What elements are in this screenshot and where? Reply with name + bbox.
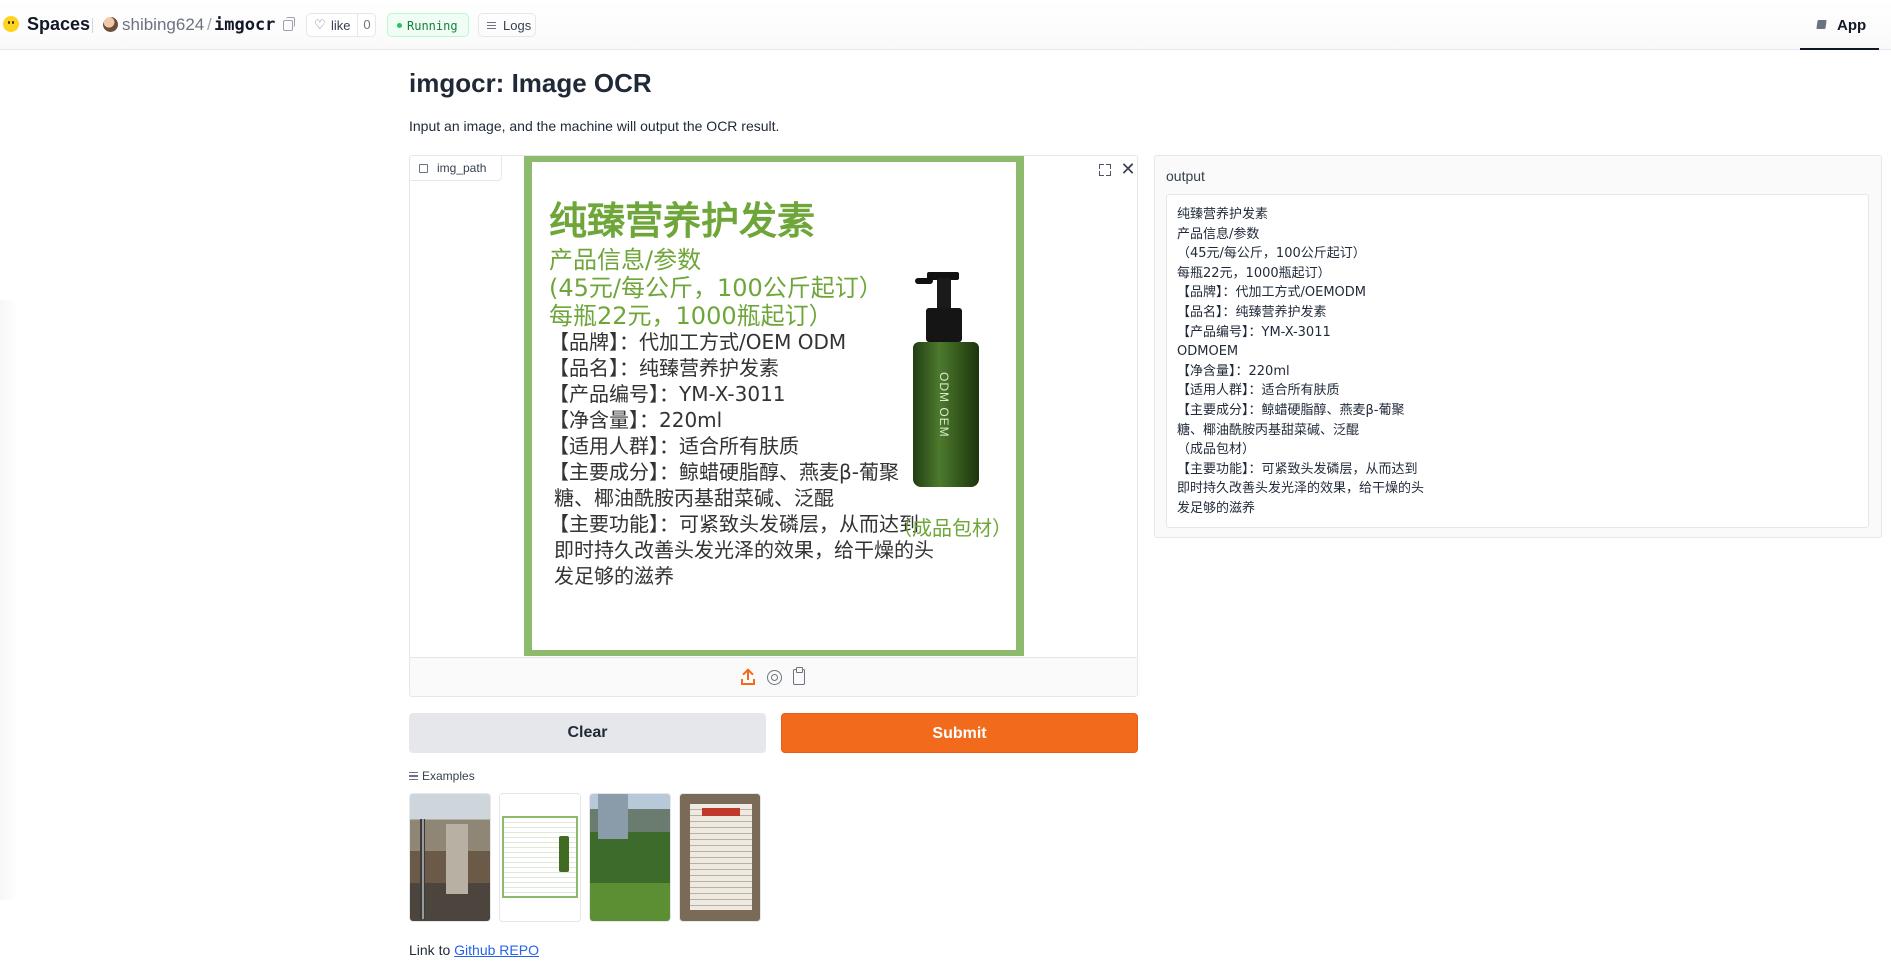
preview-heading: 纯臻营养护发素 (549, 199, 816, 243)
preview-line: 【品牌】：代加工方式/OEM ODM (549, 330, 847, 354)
output-line: 【主要成分】：鲸蜡硬脂醇、燕麦β-葡聚 (1177, 402, 1405, 418)
top-bar: Spaces shibing624 / imgocr ♡ like 0 Runn… (0, 0, 1891, 50)
output-line: 即时持久改善头发光泽的效果，给干燥的头 (1177, 481, 1425, 497)
bottle-image: ODM OEM (907, 272, 983, 487)
link-prefix: Link to (409, 942, 455, 958)
output-line: 【品牌】：代加工方式/OEMODM (1177, 285, 1367, 301)
huggingface-logo-icon[interactable] (3, 16, 19, 32)
output-line: 【品名】：纯臻营养护发素 (1177, 304, 1327, 320)
output-line: （成品包材） (1177, 442, 1256, 458)
image-input[interactable]: 纯臻营养护发素 产品信息/参数 (45元/每公斤，100公斤起订） 每瓶22元，… (409, 155, 1138, 697)
status-label: Running (407, 19, 458, 33)
preview-line: 【品名】：纯臻营养护发素 (549, 356, 779, 380)
like-button[interactable]: ♡ like 0 (306, 13, 376, 37)
spaces-link[interactable]: Spaces (27, 14, 90, 35)
logs-icon (487, 22, 496, 29)
clipboard-icon[interactable] (793, 667, 805, 685)
heart-icon: ♡ (314, 17, 326, 32)
avatar[interactable] (103, 17, 118, 32)
product-sheet: 纯臻营养护发素 产品信息/参数 (45元/每公斤，100公斤起订） 每瓶22元，… (532, 162, 1016, 650)
example-thumbnail[interactable] (589, 793, 671, 922)
submit-button[interactable]: Submit (781, 713, 1138, 753)
image-input-label-text: img_path (437, 161, 487, 175)
output-line: 纯臻营养护发素 (1177, 207, 1269, 222)
output-line: 发足够的滋养 (1177, 500, 1256, 516)
output-label: output (1166, 168, 1205, 184)
preview-line: 即时持久改善头发光泽的效果，给干燥的头 (554, 538, 934, 562)
examples-label: Examples (422, 769, 475, 783)
repo-link-line: Link to Github REPO (409, 942, 539, 958)
preview-line: 糖、椰油酰胺丙基甜菜碱、泛醌 (554, 486, 834, 510)
output-line: 【产品编号】：YM-X-3011 (1177, 324, 1331, 340)
preview-line: 【适用人群】：适合所有肤质 (549, 434, 799, 458)
logs-label: Logs (503, 18, 532, 33)
preview-line: 【净含量】：220ml (549, 408, 723, 432)
upload-icon[interactable] (740, 670, 756, 686)
like-count: 0 (357, 14, 376, 36)
repo-link[interactable]: imgocr (214, 15, 275, 35)
cube-icon (1816, 20, 1827, 29)
packaging-note: （成品包材） (892, 518, 1012, 540)
page-description: Input an image, and the machine will out… (409, 118, 780, 134)
path-separator: / (207, 15, 212, 34)
image-input-label: img_path (410, 156, 502, 181)
github-repo-link[interactable]: Github REPO (454, 942, 539, 958)
output-line: 糖、椰油酰胺丙基甜菜碱、泛醌 (1177, 422, 1360, 438)
page-title: imgocr: Image OCR (409, 68, 652, 98)
example-thumbnail[interactable] (409, 793, 491, 922)
image-preview: 纯臻营养护发素 产品信息/参数 (45元/每公斤，100公斤起订） 每瓶22元，… (524, 156, 1024, 656)
preview-line: 【主要成分】：鲸蜡硬脂醇、燕麦β-葡聚 (549, 460, 899, 484)
fullscreen-icon[interactable] (1095, 160, 1115, 180)
output-panel: output 纯臻营养护发素 产品信息/参数 （45元/每公斤，100公斤起订）… (1154, 155, 1882, 538)
example-thumbnail[interactable] (499, 793, 581, 922)
preview-line: 【主要功能】：可紧致头发磷层，从而达到 (549, 512, 919, 536)
image-icon (419, 164, 428, 173)
output-line: 【适用人群】：适合所有肤质 (1177, 383, 1340, 399)
like-label: like (331, 18, 351, 33)
example-thumbnail[interactable] (679, 793, 761, 922)
output-line: 【净含量】：220ml (1177, 363, 1290, 379)
logs-button[interactable]: Logs (478, 13, 536, 37)
close-icon[interactable]: ✕ (1118, 159, 1137, 179)
status-dot-icon (397, 23, 402, 28)
webcam-icon[interactable] (767, 670, 782, 685)
status-badge[interactable]: Running (387, 13, 469, 37)
output-line: ODMOEM (1177, 344, 1239, 360)
output-line: 产品信息/参数 (1177, 226, 1260, 242)
tab-app[interactable]: App (1800, 0, 1879, 50)
preview-line: 发足够的滋养 (554, 564, 674, 588)
image-source-toolbar (410, 657, 1137, 696)
output-line: （45元/每公斤，100公斤起订） (1177, 246, 1366, 262)
output-textbox[interactable]: 纯臻营养护发素 产品信息/参数 （45元/每公斤，100公斤起订） 每瓶22元，… (1166, 194, 1869, 528)
copy-icon[interactable] (283, 17, 295, 31)
examples-header: Examples (409, 769, 475, 783)
preview-line: 【产品编号】：YM-X-3011 (549, 382, 786, 406)
output-line: 【主要功能】：可紧致头发磷层，从而达到 (1177, 461, 1418, 477)
list-icon (409, 772, 418, 780)
edge-shade (0, 300, 18, 900)
divider (92, 18, 93, 33)
output-line: 每瓶22元，1000瓶起订） (1177, 265, 1331, 281)
tab-app-label: App (1837, 17, 1867, 34)
owner-link[interactable]: shibing624 (122, 15, 204, 35)
clear-button[interactable]: Clear (409, 713, 766, 753)
bottle-brand: ODM OEM (937, 372, 951, 438)
